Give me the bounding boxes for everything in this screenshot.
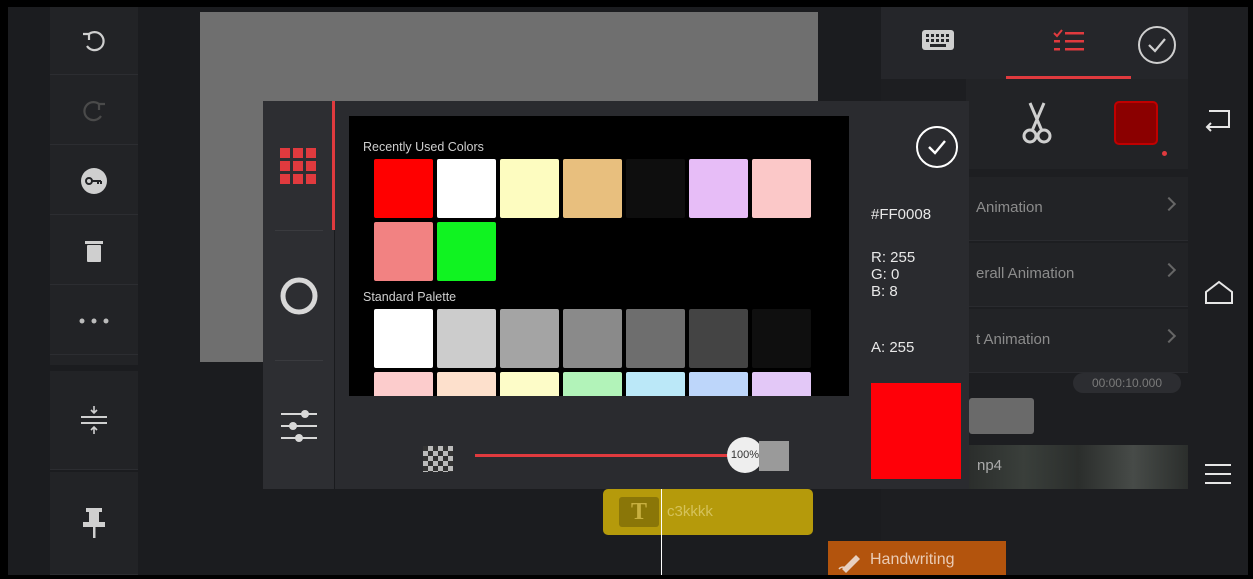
opacity-slider-track[interactable] — [475, 454, 745, 457]
opacity-slider-thumb[interactable]: 100% — [727, 437, 763, 473]
keyframe-icon — [81, 167, 107, 194]
tab-checklist[interactable] — [1006, 7, 1131, 79]
mode-wheel[interactable] — [263, 231, 335, 360]
pin-icon — [83, 508, 105, 538]
hex-value[interactable]: #FF0008 — [871, 206, 931, 223]
home-button[interactable] — [1203, 279, 1235, 312]
clip-label: np4 — [977, 457, 1003, 474]
color-swatch[interactable] — [563, 309, 622, 368]
undo-button[interactable] — [50, 7, 138, 75]
home-icon — [1205, 280, 1233, 304]
text-clip[interactable]: T c3kkkk — [603, 489, 813, 535]
color-swatch[interactable] — [437, 159, 496, 218]
editor-screen: Animation erall Animation t Animation 00… — [8, 7, 1248, 575]
more-icon — [79, 318, 109, 323]
grid-icon — [279, 147, 316, 184]
color-swatch[interactable] — [374, 372, 433, 396]
color-picker-dialog: Recently Used Colors Standard Palette 10… — [263, 101, 969, 489]
color-info: #FF0008 R: 255 G: 0 B: 8 A: 255 — [863, 101, 969, 489]
row-label: erall Animation — [976, 265, 1075, 282]
color-swatch[interactable] — [752, 309, 811, 368]
color-swatch[interactable] — [374, 159, 433, 218]
mode-sliders[interactable] — [263, 361, 335, 490]
trash-icon — [85, 240, 103, 262]
opacity-preview-swatch — [759, 441, 789, 471]
color-swatch[interactable] — [500, 309, 559, 368]
text-color-button[interactable] — [1114, 101, 1158, 145]
menu-icon — [1205, 464, 1231, 484]
split-layout-button[interactable] — [50, 365, 138, 470]
selected-color-preview — [871, 383, 961, 479]
keyframe-button[interactable] — [50, 147, 138, 215]
blue-value: B: 8 — [871, 283, 898, 300]
row-label: t Animation — [976, 331, 1051, 348]
check-circle-icon — [916, 126, 958, 168]
color-swatch[interactable] — [752, 159, 811, 218]
color-swatch[interactable] — [626, 309, 685, 368]
green-value: G: 0 — [871, 266, 900, 283]
color-swatch[interactable] — [374, 222, 433, 281]
timecode-badge: 00:00:10.000 — [1073, 373, 1181, 393]
confirm-button[interactable] — [1137, 25, 1177, 70]
color-swatch[interactable] — [437, 309, 496, 368]
split-layout-icon — [81, 406, 107, 434]
color-swatch[interactable] — [752, 372, 811, 396]
undo-icon — [83, 30, 105, 51]
pin-button[interactable] — [50, 470, 138, 575]
more-button[interactable] — [50, 287, 138, 355]
checklist-icon — [1052, 28, 1084, 50]
delete-button[interactable] — [50, 217, 138, 285]
color-swatch[interactable] — [563, 159, 622, 218]
keyboard-icon — [922, 30, 954, 50]
recent-colors-label: Recently Used Colors — [363, 140, 484, 154]
color-swatch[interactable] — [626, 159, 685, 218]
standard-palette-label: Standard Palette — [363, 290, 457, 304]
chevron-right-icon — [1161, 328, 1177, 344]
transparency-icon — [423, 446, 453, 472]
redo-button[interactable] — [50, 77, 138, 145]
confirm-icon — [1138, 26, 1176, 64]
text-tool-icon: T — [619, 497, 659, 527]
indicator-dot — [1162, 151, 1167, 156]
playhead[interactable] — [661, 489, 662, 575]
tab-keyboard[interactable] — [921, 29, 955, 56]
color-swatch[interactable] — [689, 309, 748, 368]
scissors-icon — [1022, 102, 1052, 144]
back-icon — [1205, 110, 1230, 132]
color-swatch[interactable] — [689, 372, 748, 396]
palette-area: Recently Used Colors Standard Palette — [349, 116, 849, 396]
menu-button[interactable] — [1203, 462, 1233, 491]
text-tools-row — [966, 79, 1188, 169]
sliders-icon — [281, 409, 317, 442]
handwriting-clip[interactable]: Handwriting — [828, 541, 1006, 575]
system-nav-bar — [1188, 7, 1248, 575]
color-swatch[interactable] — [437, 222, 496, 281]
right-panel-tabs — [881, 7, 1188, 79]
mode-palette[interactable] — [263, 101, 335, 230]
cut-button[interactable] — [1022, 101, 1052, 150]
color-swatch[interactable] — [437, 372, 496, 396]
red-value: R: 255 — [871, 249, 916, 266]
left-toolbar — [50, 7, 138, 575]
circle-icon — [280, 277, 318, 314]
alpha-value: A: 255 — [871, 339, 915, 356]
picker-confirm-button[interactable] — [915, 125, 959, 174]
color-swatch[interactable] — [563, 372, 622, 396]
clip-thumb[interactable] — [969, 398, 1034, 434]
picker-mode-sidebar — [263, 101, 335, 489]
handwriting-label: Handwriting — [870, 551, 955, 568]
pen-icon — [838, 555, 860, 573]
color-swatch[interactable] — [374, 309, 433, 368]
text-clip-label: c3kkkk — [667, 503, 713, 520]
back-button[interactable] — [1203, 107, 1233, 138]
row-label: Animation — [976, 199, 1043, 216]
color-swatch[interactable] — [626, 372, 685, 396]
video-clip[interactable]: np4 — [969, 445, 1188, 489]
color-swatch[interactable] — [500, 372, 559, 396]
color-swatch[interactable] — [500, 159, 559, 218]
chevron-right-icon — [1161, 196, 1177, 212]
color-swatch[interactable] — [689, 159, 748, 218]
redo-icon — [83, 100, 105, 121]
chevron-right-icon — [1161, 262, 1177, 278]
